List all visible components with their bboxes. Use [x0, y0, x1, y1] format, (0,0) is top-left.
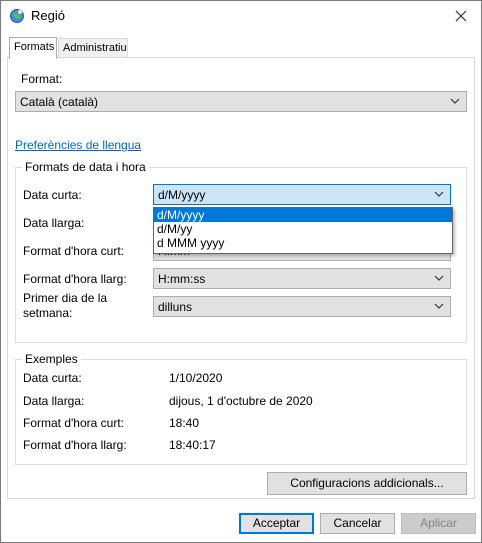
short-time-label: Format d'hora curt: — [23, 244, 124, 258]
first-day-value: dilluns — [158, 300, 193, 314]
apply-button[interactable]: Aplicar — [401, 513, 476, 534]
group-title-examples: Exemples — [22, 352, 81, 366]
short-date-dropdown-list: d/M/yyyy d/M/yy d MMM yyyy — [153, 207, 453, 254]
chevron-down-icon — [450, 98, 460, 104]
group-title-date-time: Formats de data i hora — [22, 160, 149, 174]
short-date-select[interactable]: d/M/yyyy — [153, 184, 451, 205]
dropdown-option[interactable]: d/M/yy — [154, 222, 452, 236]
dropdown-option[interactable]: d/M/yyyy — [154, 208, 452, 222]
first-day-label-line2: setmana: — [23, 306, 73, 320]
tab-formats[interactable]: Formats — [9, 37, 57, 59]
title-bar: Regió — [1, 1, 481, 31]
chevron-down-icon — [434, 191, 444, 197]
globe-icon — [10, 9, 24, 23]
chevron-down-icon — [434, 303, 444, 309]
long-time-select[interactable]: H:mm:ss — [153, 268, 451, 289]
example-long-time-value: 18:40:17 — [169, 438, 216, 452]
long-time-value: H:mm:ss — [158, 272, 206, 286]
example-short-time-label: Format d'hora curt: — [23, 416, 124, 430]
ok-button[interactable]: Acceptar — [239, 513, 314, 534]
example-short-time-value: 18:40 — [169, 416, 200, 430]
example-long-time-label: Format d'hora llarg: — [23, 438, 127, 452]
format-value: Català (català) — [20, 95, 99, 109]
example-short-date-value: 1/10/2020 — [169, 371, 223, 385]
close-icon — [455, 10, 467, 22]
long-time-label: Format d'hora llarg: — [23, 272, 127, 286]
first-day-label-line1: Primer dia de la — [23, 291, 108, 305]
additional-settings-button[interactable]: Configuracions addicionals... — [267, 472, 467, 495]
dropdown-option[interactable]: d MMM yyyy — [154, 236, 452, 250]
example-long-date-value: dijous, 1 d'octubre de 2020 — [169, 394, 313, 408]
example-long-date-label: Data llarga: — [23, 394, 85, 408]
region-dialog: Regió Formats Administratiu Format: Cata… — [0, 0, 482, 543]
long-date-label: Data llarga: — [23, 216, 85, 230]
short-date-label: Data curta: — [23, 188, 82, 202]
language-preferences-link[interactable]: Preferències de llengua — [15, 138, 141, 152]
format-label: Format: — [21, 72, 63, 86]
tab-administratiu[interactable]: Administratiu — [58, 38, 128, 58]
format-select[interactable]: Català (català) — [15, 91, 467, 112]
cancel-button[interactable]: Cancelar — [320, 513, 395, 534]
short-date-value: d/M/yyyy — [158, 188, 206, 202]
chevron-down-icon — [434, 275, 444, 281]
close-button[interactable] — [441, 1, 481, 31]
example-short-date-label: Data curta: — [23, 371, 82, 385]
first-day-select[interactable]: dilluns — [153, 296, 451, 317]
window-title: Regió — [31, 8, 65, 23]
